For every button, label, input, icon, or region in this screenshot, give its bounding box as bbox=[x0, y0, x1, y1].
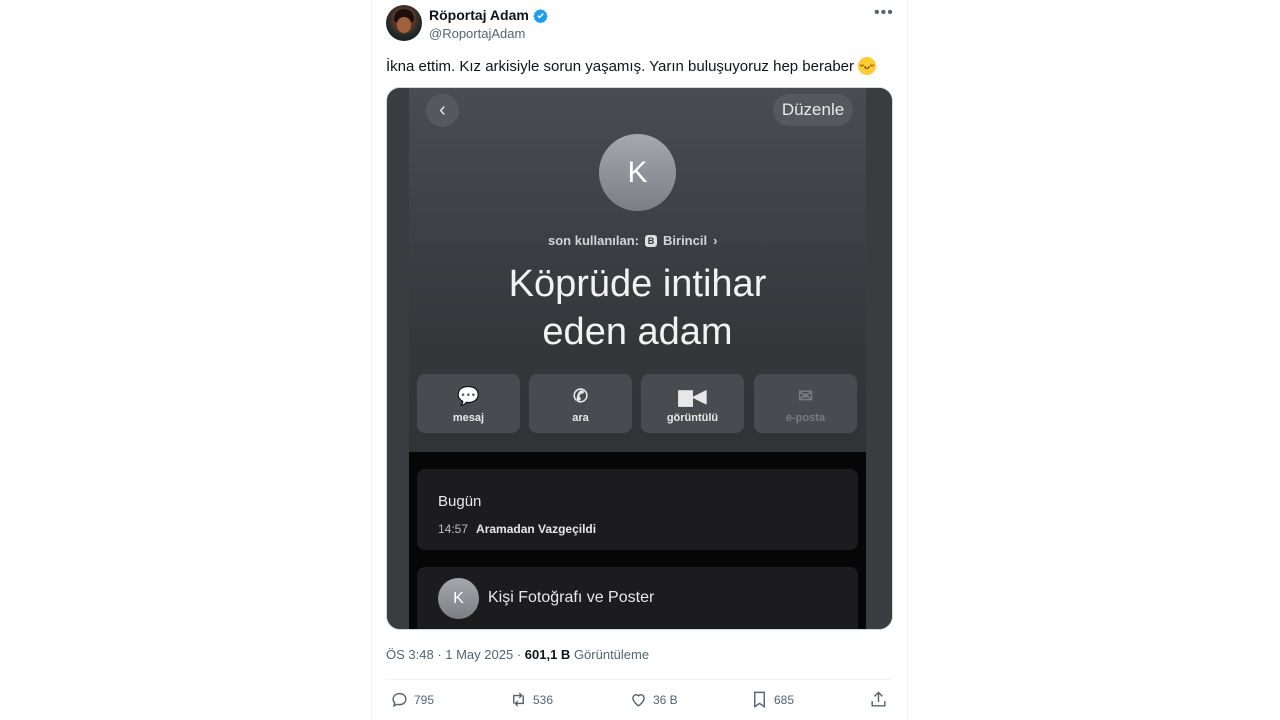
bookmark-count: 685 bbox=[774, 692, 795, 707]
views-count: 601,1 B bbox=[524, 647, 571, 662]
more-options-icon[interactable]: ••• bbox=[874, 4, 894, 22]
media-edge-right bbox=[866, 88, 892, 629]
action-label: ara bbox=[572, 412, 589, 424]
action-video: ▆◀ görüntülü bbox=[641, 374, 744, 433]
history-status: Aramadan Vazgeçildi bbox=[476, 522, 597, 536]
tweet-text: İkna ettim. Kız arkisiyle sorun yaşamış.… bbox=[386, 57, 876, 75]
poster-avatar: K bbox=[438, 578, 479, 619]
poster-label: Kişi Fotoğrafı ve Poster bbox=[488, 589, 655, 606]
share-icon bbox=[871, 691, 886, 707]
mail-icon: ✉ bbox=[797, 386, 814, 406]
reply-button[interactable]: 795 bbox=[390, 690, 434, 709]
history-row: 14:57 Aramadan Vazgeçildi bbox=[438, 522, 596, 536]
media-edge-left bbox=[387, 88, 409, 629]
reply-icon bbox=[392, 692, 407, 708]
chevron-right-icon: › bbox=[713, 233, 718, 248]
recent-value: Birincil bbox=[663, 233, 708, 248]
repost-icon bbox=[513, 692, 524, 707]
tweet-time[interactable]: ÖS 3:48 bbox=[386, 647, 434, 662]
grinning-emoji-icon: ᵕᴗᵕ bbox=[858, 57, 876, 75]
video-icon: ▆◀ bbox=[678, 386, 707, 406]
contact-name-line1: Köprüde intihar bbox=[508, 263, 767, 305]
back-chevron-icon: ‹ bbox=[426, 94, 459, 127]
edit-button: Düzenle bbox=[773, 94, 853, 126]
tweet-meta: ÖS 3:48 · 1 May 2025 · 601,1 B Görüntüle… bbox=[386, 647, 650, 662]
repost-button[interactable]: 536 bbox=[509, 690, 553, 709]
call-history-card: Bugün 14:57 Aramadan Vazgeçildi bbox=[417, 469, 858, 550]
tweet-date[interactable]: 1 May 2025 bbox=[445, 647, 513, 662]
like-button[interactable]: 36 B bbox=[629, 690, 678, 709]
reply-count: 795 bbox=[414, 692, 435, 707]
action-message: 💬 mesaj bbox=[417, 374, 520, 433]
tweet-media-image[interactable]: ‹ Düzenle K son kullanılan: B Birincil ›… bbox=[386, 87, 893, 630]
action-label: görüntülü bbox=[666, 412, 719, 424]
line-chip: B bbox=[645, 234, 658, 247]
action-mail: ✉ e-posta bbox=[754, 374, 857, 433]
contact-avatar: K bbox=[599, 134, 676, 211]
heart-icon bbox=[632, 694, 645, 707]
author-name[interactable]: Röportaj Adam bbox=[429, 7, 548, 23]
bookmark-button[interactable]: 685 bbox=[750, 690, 794, 709]
history-title: Bugün bbox=[438, 493, 482, 510]
tweet-body: İkna ettim. Kız arkisiyle sorun yaşamış.… bbox=[386, 57, 854, 75]
contact-name-line2: eden adam bbox=[542, 311, 733, 353]
bookmark-icon bbox=[754, 691, 765, 708]
like-count: 36 B bbox=[653, 692, 678, 707]
verified-badge-icon bbox=[533, 8, 548, 23]
repost-count: 536 bbox=[533, 692, 554, 707]
poster-card: K Kişi Fotoğrafı ve Poster bbox=[417, 567, 858, 629]
history-time: 14:57 bbox=[438, 522, 469, 536]
phone-icon: ✆ bbox=[572, 386, 589, 406]
author-avatar[interactable] bbox=[386, 5, 422, 41]
action-label: e-posta bbox=[785, 412, 826, 424]
views-label: Görüntüleme bbox=[573, 647, 650, 662]
author-name-text[interactable]: Röportaj Adam bbox=[429, 7, 529, 23]
action-call: ✆ ara bbox=[529, 374, 632, 433]
share-button[interactable] bbox=[869, 690, 888, 709]
author-handle[interactable]: @RoportajAdam bbox=[429, 26, 525, 41]
recent-label: son kullanılan: bbox=[548, 233, 640, 248]
message-bubble-icon: 💬 bbox=[457, 386, 480, 406]
divider bbox=[386, 679, 892, 680]
recent-used-row: son kullanılan: B Birincil › bbox=[548, 233, 717, 248]
action-label: mesaj bbox=[452, 412, 485, 424]
